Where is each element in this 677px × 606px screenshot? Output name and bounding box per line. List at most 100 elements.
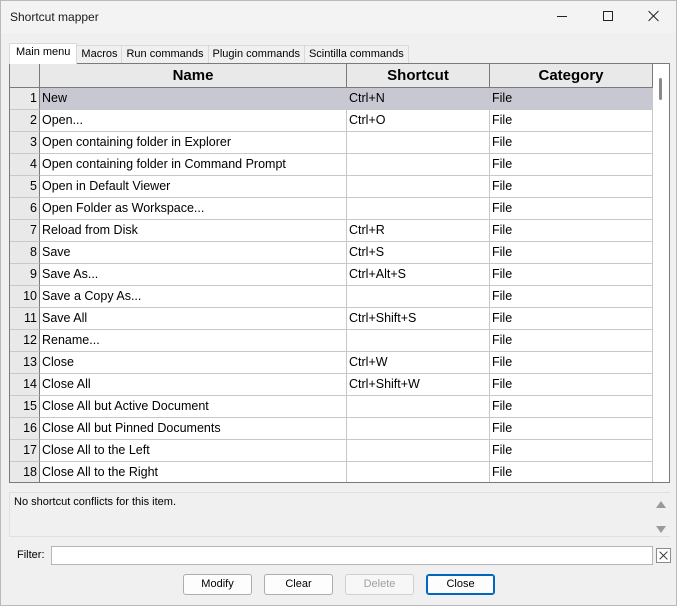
- row-number-cell[interactable]: 4: [10, 154, 40, 176]
- shortcut-cell[interactable]: Ctrl+S: [347, 242, 490, 264]
- delete-button[interactable]: Delete: [345, 574, 414, 595]
- table-row[interactable]: 3 Open containing folder in Explorer File: [10, 132, 653, 154]
- row-number-cell[interactable]: 15: [10, 396, 40, 418]
- clear-button[interactable]: Clear: [264, 574, 333, 595]
- shortcut-cell[interactable]: Ctrl+Shift+S: [347, 308, 490, 330]
- name-cell[interactable]: Save: [40, 242, 347, 264]
- shortcut-cell[interactable]: [347, 176, 490, 198]
- shortcut-cell[interactable]: [347, 132, 490, 154]
- name-cell[interactable]: Open in Default Viewer: [40, 176, 347, 198]
- category-cell[interactable]: File: [490, 286, 653, 308]
- category-cell[interactable]: File: [490, 308, 653, 330]
- row-number-cell[interactable]: 11: [10, 308, 40, 330]
- category-cell[interactable]: File: [490, 440, 653, 462]
- tab-scintilla-commands[interactable]: Scintilla commands: [303, 45, 409, 64]
- category-cell[interactable]: File: [490, 330, 653, 352]
- row-number-cell[interactable]: 17: [10, 440, 40, 462]
- shortcut-grid[interactable]: Name Shortcut Category 1 New Ctrl+N File 2 Op…: [9, 63, 670, 483]
- table-row[interactable]: 17 Close All to the Left File: [10, 440, 653, 462]
- category-cell[interactable]: File: [490, 418, 653, 440]
- row-number-cell[interactable]: 9: [10, 264, 40, 286]
- table-row[interactable]: 15 Close All but Active Document File: [10, 396, 653, 418]
- arrow-down-icon[interactable]: [656, 526, 666, 533]
- close-window-button[interactable]: [631, 1, 677, 31]
- shortcut-cell[interactable]: Ctrl+R: [347, 220, 490, 242]
- tab-run-commands[interactable]: Run commands: [121, 45, 209, 64]
- arrow-up-icon[interactable]: [656, 501, 666, 508]
- category-cell[interactable]: File: [490, 396, 653, 418]
- row-number-cell[interactable]: 5: [10, 176, 40, 198]
- shortcut-cell[interactable]: [347, 418, 490, 440]
- minimize-button[interactable]: [539, 1, 585, 31]
- close-button[interactable]: Close: [426, 574, 495, 595]
- row-number-cell[interactable]: 18: [10, 462, 40, 482]
- vertical-scrollbar[interactable]: [653, 64, 669, 482]
- row-number-cell[interactable]: 14: [10, 374, 40, 396]
- category-cell[interactable]: File: [490, 264, 653, 286]
- modify-button[interactable]: Modify: [183, 574, 252, 595]
- shortcut-cell[interactable]: Ctrl+W: [347, 352, 490, 374]
- name-cell[interactable]: Close All to the Left: [40, 440, 347, 462]
- name-cell[interactable]: Reload from Disk: [40, 220, 347, 242]
- shortcut-cell[interactable]: Ctrl+N: [347, 88, 490, 110]
- category-cell[interactable]: File: [490, 352, 653, 374]
- column-header-shortcut[interactable]: Shortcut: [347, 64, 490, 88]
- category-cell[interactable]: File: [490, 242, 653, 264]
- table-row[interactable]: 6 Open Folder as Workspace... File: [10, 198, 653, 220]
- name-cell[interactable]: Save All: [40, 308, 347, 330]
- category-cell[interactable]: File: [490, 462, 653, 482]
- shortcut-cell[interactable]: [347, 330, 490, 352]
- maximize-button[interactable]: [585, 1, 631, 31]
- shortcut-cell[interactable]: Ctrl+Alt+S: [347, 264, 490, 286]
- filter-clear-button[interactable]: [656, 548, 671, 563]
- category-cell[interactable]: File: [490, 374, 653, 396]
- category-cell[interactable]: File: [490, 154, 653, 176]
- name-cell[interactable]: Close All to the Right: [40, 462, 347, 482]
- table-row[interactable]: 5 Open in Default Viewer File: [10, 176, 653, 198]
- column-header-category[interactable]: Category: [490, 64, 653, 88]
- category-cell[interactable]: File: [490, 88, 653, 110]
- shortcut-cell[interactable]: [347, 154, 490, 176]
- row-number-cell[interactable]: 8: [10, 242, 40, 264]
- category-cell[interactable]: File: [490, 198, 653, 220]
- row-number-cell[interactable]: 10: [10, 286, 40, 308]
- name-cell[interactable]: Close All but Pinned Documents: [40, 418, 347, 440]
- shortcut-cell[interactable]: [347, 286, 490, 308]
- shortcut-cell[interactable]: Ctrl+Shift+W: [347, 374, 490, 396]
- category-cell[interactable]: File: [490, 176, 653, 198]
- table-row[interactable]: 1 New Ctrl+N File: [10, 88, 653, 110]
- shortcut-cell[interactable]: Ctrl+O: [347, 110, 490, 132]
- table-row[interactable]: 12 Rename... File: [10, 330, 653, 352]
- name-cell[interactable]: Open Folder as Workspace...: [40, 198, 347, 220]
- name-cell[interactable]: Close: [40, 352, 347, 374]
- table-row[interactable]: 4 Open containing folder in Command Promp…: [10, 154, 653, 176]
- name-cell[interactable]: Open containing folder in Explorer: [40, 132, 347, 154]
- row-number-cell[interactable]: 16: [10, 418, 40, 440]
- shortcut-cell[interactable]: [347, 198, 490, 220]
- table-row[interactable]: 14 Close All Ctrl+Shift+W File: [10, 374, 653, 396]
- table-row[interactable]: 10 Save a Copy As... File: [10, 286, 653, 308]
- name-cell[interactable]: Close All but Active Document: [40, 396, 347, 418]
- name-cell[interactable]: Open...: [40, 110, 347, 132]
- table-row[interactable]: 8 Save Ctrl+S File: [10, 242, 653, 264]
- tab-main-menu[interactable]: Main menu: [9, 43, 78, 64]
- name-cell[interactable]: New: [40, 88, 347, 110]
- table-row[interactable]: 7 Reload from Disk Ctrl+R File: [10, 220, 653, 242]
- row-number-cell[interactable]: 12: [10, 330, 40, 352]
- table-row[interactable]: 13 Close Ctrl+W File: [10, 352, 653, 374]
- shortcut-cell[interactable]: [347, 462, 490, 482]
- tab-plugin-commands[interactable]: Plugin commands: [207, 45, 305, 64]
- column-header-name[interactable]: Name: [40, 64, 347, 88]
- tab-macros[interactable]: Macros: [76, 45, 123, 64]
- filter-input[interactable]: [51, 546, 653, 565]
- shortcut-cell[interactable]: [347, 396, 490, 418]
- scrollbar-thumb[interactable]: [659, 78, 662, 100]
- table-row[interactable]: 11 Save All Ctrl+Shift+S File: [10, 308, 653, 330]
- shortcut-cell[interactable]: [347, 440, 490, 462]
- row-number-cell[interactable]: 2: [10, 110, 40, 132]
- row-number-cell[interactable]: 13: [10, 352, 40, 374]
- table-row[interactable]: 18 Close All to the Right File: [10, 462, 653, 482]
- name-cell[interactable]: Save As...: [40, 264, 347, 286]
- category-cell[interactable]: File: [490, 110, 653, 132]
- row-number-cell[interactable]: 7: [10, 220, 40, 242]
